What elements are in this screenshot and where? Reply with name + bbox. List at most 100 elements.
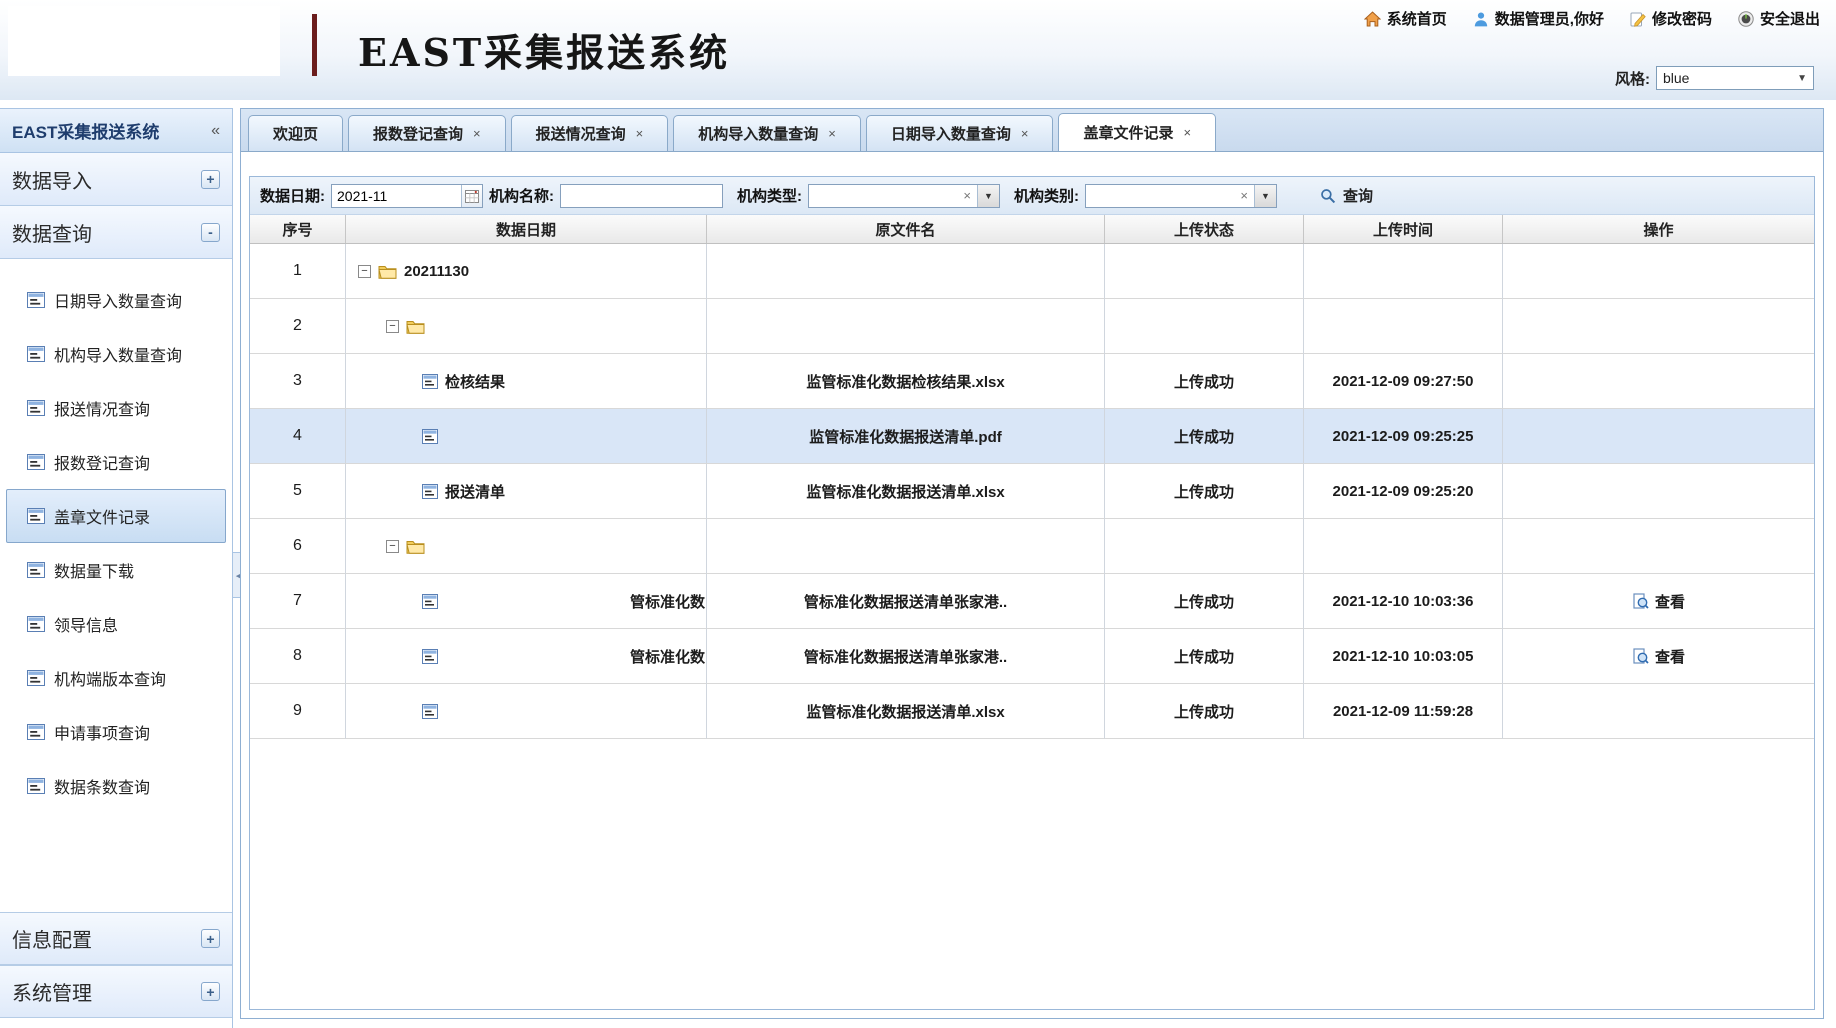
- tab-close-icon[interactable]: ×: [636, 126, 644, 141]
- tab-close-icon[interactable]: ×: [828, 126, 836, 141]
- expand-plus-icon[interactable]: +: [201, 929, 220, 948]
- cell-seq: 9: [250, 684, 346, 739]
- tree-collapse-icon[interactable]: [386, 320, 399, 333]
- user-link[interactable]: 数据管理员,你好: [1473, 8, 1604, 29]
- table-row[interactable]: 2: [250, 299, 1814, 354]
- file-icon: [422, 484, 438, 499]
- cell-upload-status: 上传成功: [1105, 574, 1304, 629]
- table-row[interactable]: 6: [250, 519, 1814, 574]
- file-icon: [422, 649, 438, 664]
- clear-icon[interactable]: ×: [1234, 188, 1254, 203]
- column-header-数据日期[interactable]: 数据日期: [346, 215, 707, 243]
- sidebar-item-报数登记查询[interactable]: 报数登记查询: [6, 435, 226, 489]
- chevron-down-icon[interactable]: ▼: [1254, 185, 1276, 207]
- sidebar-item-label: 盖章文件记录: [54, 504, 150, 528]
- column-header-上传状态[interactable]: 上传状态: [1105, 215, 1304, 243]
- column-header-上传时间[interactable]: 上传时间: [1304, 215, 1503, 243]
- tab-日期导入数量查询[interactable]: 日期导入数量查询 ×: [866, 115, 1054, 151]
- column-header-操作[interactable]: 操作: [1503, 215, 1814, 243]
- search-icon: [1320, 188, 1336, 204]
- cell-filename: 监管标准化数据报送清单.xlsx: [707, 464, 1105, 519]
- tab-报数登记查询[interactable]: 报数登记查询 ×: [348, 115, 506, 151]
- sidebar-item-机构导入数量查询[interactable]: 机构导入数量查询: [6, 327, 226, 381]
- table-row[interactable]: 7 管标准化数管标准化数据报送清单张家港..上传成功2021-12-10 10:…: [250, 574, 1814, 629]
- tab-盖章文件记录[interactable]: 盖章文件记录 ×: [1058, 113, 1216, 151]
- sidebar-title: EAST采集报送系统: [12, 118, 159, 143]
- cell-filename: 监管标准化数据报送清单.xlsx: [707, 684, 1105, 739]
- sidebar-item-label: 数据条数查询: [54, 774, 150, 798]
- tree-collapse-icon[interactable]: [386, 540, 399, 553]
- tab-close-icon[interactable]: ×: [1183, 125, 1191, 140]
- table-row[interactable]: 3 检核结果监管标准化数据检核结果.xlsx上传成功2021-12-09 09:…: [250, 354, 1814, 409]
- sidebar-item-label: 机构导入数量查询: [54, 342, 182, 366]
- user-link-label: 数据管理员,你好: [1495, 8, 1604, 29]
- home-link-label: 系统首页: [1387, 8, 1447, 29]
- table-row[interactable]: 1 20211130: [250, 244, 1814, 299]
- tree-node-label[interactable]: 管标准化数: [630, 591, 706, 612]
- cell-filename: 管标准化数据报送清单张家港..: [707, 574, 1105, 629]
- tab-close-icon[interactable]: ×: [473, 126, 481, 141]
- column-header-原文件名[interactable]: 原文件名: [707, 215, 1105, 243]
- table-row[interactable]: 8 管标准化数管标准化数据报送清单张家港..上传成功2021-12-10 10:…: [250, 629, 1814, 684]
- sidebar-panel-info-config[interactable]: 信息配置 +: [0, 912, 232, 965]
- view-button[interactable]: 查看: [1632, 646, 1685, 667]
- table-row[interactable]: 9 监管标准化数据报送清单.xlsx上传成功2021-12-09 11:59:2…: [250, 684, 1814, 739]
- sidebar-item-领导信息[interactable]: 领导信息: [6, 597, 226, 651]
- org-type-combo[interactable]: × ▼: [808, 184, 1000, 208]
- search-button[interactable]: 查询: [1313, 181, 1380, 210]
- chevron-down-icon[interactable]: ▼: [977, 185, 999, 207]
- sidebar-item-机构端版本查询[interactable]: 机构端版本查询: [6, 651, 226, 705]
- cell-seq: 3: [250, 354, 346, 409]
- sidebar-item-盖章文件记录[interactable]: 盖章文件记录: [6, 489, 226, 543]
- tab-机构导入数量查询[interactable]: 机构导入数量查询 ×: [673, 115, 861, 151]
- tree-node-label[interactable]: 检核结果: [445, 371, 505, 392]
- sidebar-item-数据量下载[interactable]: 数据量下载: [6, 543, 226, 597]
- collapse-minus-icon[interactable]: -: [201, 223, 220, 242]
- menu-file-icon: [27, 778, 45, 794]
- tab-报送情况查询[interactable]: 报送情况查询 ×: [511, 115, 669, 151]
- cell-upload-status: 上传成功: [1105, 464, 1304, 519]
- sidebar-panel-data-import[interactable]: 数据导入 +: [0, 153, 232, 206]
- cell-upload-status: 上传成功: [1105, 629, 1304, 684]
- tab-欢迎页[interactable]: 欢迎页: [248, 115, 343, 151]
- change-password-link[interactable]: 修改密码: [1630, 8, 1712, 29]
- menu-file-icon: [27, 508, 45, 524]
- cell-upload-status: [1105, 519, 1304, 574]
- expand-plus-icon[interactable]: +: [201, 982, 220, 1001]
- sidebar-item-label: 报送情况查询: [54, 396, 150, 420]
- logout-link[interactable]: 安全退出: [1738, 8, 1820, 29]
- cell-seq: 4: [250, 409, 346, 464]
- org-name-input[interactable]: [561, 185, 722, 207]
- tree-collapse-icon[interactable]: [358, 265, 371, 278]
- expand-plus-icon[interactable]: +: [201, 170, 220, 189]
- sidebar-panel-data-query[interactable]: 数据查询 -: [0, 206, 232, 259]
- style-select[interactable]: blue ▼: [1656, 66, 1814, 90]
- home-link[interactable]: 系统首页: [1364, 8, 1447, 29]
- column-header-序号[interactable]: 序号: [250, 215, 346, 243]
- tree-node-label[interactable]: 管标准化数: [630, 646, 706, 667]
- table-row[interactable]: 5 报送清单监管标准化数据报送清单.xlsx上传成功2021-12-09 09:…: [250, 464, 1814, 519]
- cell-upload-status: [1105, 299, 1304, 354]
- cell-upload-status: [1105, 244, 1304, 299]
- sidebar-item-报送情况查询[interactable]: 报送情况查询: [6, 381, 226, 435]
- clear-icon[interactable]: ×: [957, 188, 977, 203]
- logout-label: 安全退出: [1760, 8, 1820, 29]
- tree-node-label[interactable]: 报送清单: [445, 481, 505, 502]
- sidebar-item-label: 领导信息: [54, 612, 118, 636]
- tab-close-icon[interactable]: ×: [1021, 126, 1029, 141]
- sidebar-collapse-icon[interactable]: «: [211, 122, 220, 140]
- sidebar-item-申请事项查询[interactable]: 申请事项查询: [6, 705, 226, 759]
- file-icon: [422, 704, 438, 719]
- date-input[interactable]: [332, 185, 461, 207]
- table-row[interactable]: 4 监管标准化数据报送清单.pdf上传成功2021-12-09 09:25:25: [250, 409, 1814, 464]
- org-class-combo[interactable]: × ▼: [1085, 184, 1277, 208]
- sidebar-item-数据条数查询[interactable]: 数据条数查询: [6, 759, 226, 813]
- tree-node-label[interactable]: 20211130: [404, 263, 469, 280]
- sidebar-panel-system-admin[interactable]: 系统管理 +: [0, 965, 232, 1018]
- view-button[interactable]: 查看: [1632, 591, 1685, 612]
- view-icon: [1632, 593, 1649, 610]
- menu-file-icon: [27, 616, 45, 632]
- calendar-icon[interactable]: [461, 185, 482, 207]
- sidebar-item-日期导入数量查询[interactable]: 日期导入数量查询: [6, 273, 226, 327]
- cell-action: [1503, 519, 1814, 574]
